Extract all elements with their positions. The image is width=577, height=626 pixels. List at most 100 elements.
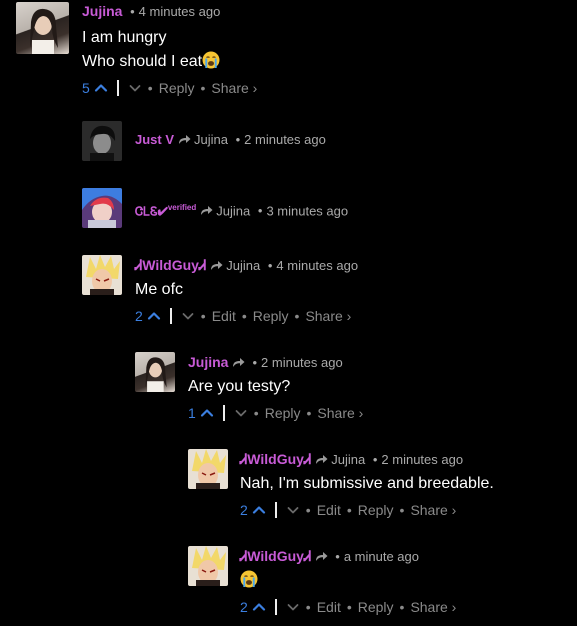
comment-author[interactable]: Jujina: [188, 354, 228, 370]
crying-face-icon: [202, 51, 220, 69]
vote-count: 5: [82, 80, 90, 96]
separator: •: [130, 4, 135, 19]
comment-author[interactable]: ᏗWildGuyᏗ: [240, 451, 311, 467]
share-button[interactable]: Share ›: [410, 501, 456, 519]
comment-text: Nah, I'm submissive and breedable.: [240, 475, 494, 492]
separator: •: [235, 132, 241, 147]
avatar[interactable]: [82, 255, 122, 295]
comment-header: ᏣᏞᏋ✔verified Jujina • 3 minutes ago: [135, 200, 348, 219]
reply-to-user[interactable]: Jujina: [331, 452, 365, 467]
separator: •: [399, 502, 405, 518]
share-button[interactable]: Share ›: [211, 79, 257, 97]
avatar[interactable]: [188, 449, 228, 489]
vote-count: 2: [240, 502, 248, 518]
separator: •: [335, 549, 340, 564]
separator: •: [305, 599, 311, 615]
comment-author[interactable]: ᏗWildGuyᏗ: [240, 548, 311, 564]
separator: •: [253, 405, 259, 421]
share-button[interactable]: Share ›: [410, 598, 456, 616]
downvote-icon[interactable]: [286, 503, 300, 517]
reply-button[interactable]: Reply: [265, 404, 301, 422]
vote-count: 2: [240, 599, 248, 615]
comment-text: Who should I eat: [82, 53, 203, 70]
reply-button[interactable]: Reply: [358, 501, 394, 519]
reply-to-user[interactable]: Jujina: [216, 203, 250, 218]
reply-arrow-icon: [200, 205, 213, 216]
verified-badge: verified: [167, 203, 197, 212]
avatar[interactable]: [82, 121, 122, 161]
reply-arrow-icon: [210, 260, 223, 271]
avatar[interactable]: [188, 546, 228, 586]
reply-to-user[interactable]: Jujina: [194, 132, 228, 147]
divider: [274, 599, 277, 615]
upvote-icon[interactable]: [147, 309, 161, 323]
comment-timestamp[interactable]: 4 minutes ago: [276, 258, 358, 273]
edit-button[interactable]: Edit: [317, 501, 341, 519]
comment-text: [240, 569, 456, 593]
separator: •: [241, 308, 247, 324]
comment-timestamp[interactable]: 2 minutes ago: [381, 452, 463, 467]
comment-timestamp[interactable]: 2 minutes ago: [244, 132, 326, 147]
downvote-icon[interactable]: [181, 309, 195, 323]
comment-text: Me ofc: [135, 281, 184, 298]
comment-author[interactable]: Just V: [135, 132, 174, 147]
edit-button[interactable]: Edit: [212, 307, 236, 325]
reply-arrow-icon: [232, 357, 245, 368]
comment-actions: 2 • Edit • Reply • Share ›: [240, 598, 456, 616]
reply-button[interactable]: Reply: [159, 79, 195, 97]
separator: •: [346, 599, 352, 615]
vote-count: 1: [188, 405, 196, 421]
comment-header: Jujina • 4 minutes ago: [82, 3, 257, 20]
upvote-icon[interactable]: [252, 600, 266, 614]
comment-header: ᏗWildGuyᏗ Jujina • 4 minutes ago: [135, 257, 358, 274]
comment-timestamp[interactable]: 3 minutes ago: [266, 203, 348, 218]
divider: [116, 80, 119, 96]
divider: [274, 502, 277, 518]
separator: •: [257, 203, 263, 219]
comment-text-line-2: Who should I eat: [82, 50, 257, 74]
share-button[interactable]: Share ›: [317, 404, 363, 422]
upvote-icon[interactable]: [94, 81, 108, 95]
separator: •: [306, 405, 312, 421]
comment-header: ᏗWildGuyᏗ • a minute ago: [240, 548, 456, 565]
reply-button[interactable]: Reply: [358, 598, 394, 616]
separator: •: [267, 258, 273, 273]
vote-count: 2: [135, 308, 143, 324]
comment-author[interactable]: Jujina: [82, 3, 122, 19]
comment-actions: 1 • Reply • Share ›: [188, 404, 363, 422]
separator: •: [399, 599, 405, 615]
comment-author[interactable]: ᏗWildGuyᏗ: [135, 257, 206, 273]
separator: •: [305, 502, 311, 518]
comment-timestamp[interactable]: a minute ago: [344, 549, 419, 564]
separator: •: [200, 80, 206, 96]
upvote-icon[interactable]: [252, 503, 266, 517]
comment-actions: 2 • Edit • Reply • Share ›: [240, 501, 494, 519]
avatar[interactable]: [135, 352, 175, 392]
comment-timestamp[interactable]: 2 minutes ago: [261, 355, 343, 370]
comment-text: Are you testy?: [188, 378, 291, 395]
share-button[interactable]: Share ›: [305, 307, 351, 325]
comment-author[interactable]: ᏣᏞᏋ✔: [135, 204, 168, 218]
comment-header: Just V Jujina • 2 minutes ago: [135, 132, 326, 148]
comment-header: Jujina • 2 minutes ago: [188, 354, 363, 371]
reply-to-user[interactable]: Jujina: [226, 258, 260, 273]
comment-header: ᏗWildGuyᏗ Jujina • 2 minutes ago: [240, 451, 494, 468]
avatar[interactable]: [16, 2, 69, 54]
downvote-icon[interactable]: [286, 600, 300, 614]
crying-face-icon: [240, 570, 258, 588]
separator: •: [200, 308, 206, 324]
comment-actions: 2 • Edit • Reply • Share ›: [135, 307, 358, 325]
upvote-icon[interactable]: [200, 406, 214, 420]
avatar[interactable]: [82, 188, 122, 228]
edit-button[interactable]: Edit: [317, 598, 341, 616]
separator: •: [372, 452, 378, 467]
downvote-icon[interactable]: [234, 406, 248, 420]
comment-timestamp[interactable]: 4 minutes ago: [139, 4, 221, 19]
comment-actions: 5 • Reply • Share ›: [82, 79, 257, 97]
reply-button[interactable]: Reply: [253, 307, 289, 325]
separator: •: [147, 80, 153, 96]
separator: •: [252, 355, 258, 370]
comment-text-line: I am hungry: [82, 29, 167, 46]
downvote-icon[interactable]: [128, 81, 142, 95]
reply-arrow-icon: [178, 134, 191, 145]
